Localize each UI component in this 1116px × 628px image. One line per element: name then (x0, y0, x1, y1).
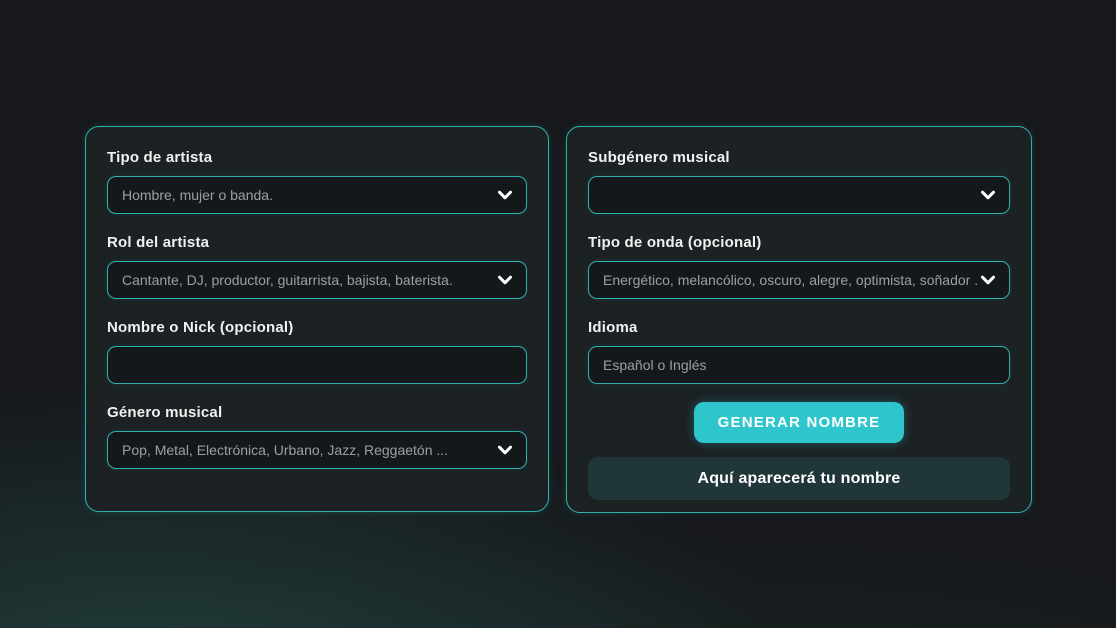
vibe-type-select[interactable]: Energético, melancólico, oscuro, alegre,… (588, 261, 1010, 299)
subgenre-select[interactable] (588, 176, 1010, 214)
artist-role-select[interactable]: Cantante, DJ, productor, guitarrista, ba… (107, 261, 527, 299)
language-input[interactable] (603, 347, 995, 383)
language-label: Idioma (588, 320, 1010, 336)
chevron-down-icon (980, 187, 996, 203)
music-genre-placeholder: Pop, Metal, Electrónica, Urbano, Jazz, R… (122, 442, 490, 458)
chevron-down-icon (497, 442, 513, 458)
vibe-type-label: Tipo de onda (opcional) (588, 235, 1010, 251)
artist-type-label: Tipo de artista (107, 150, 527, 166)
artist-type-placeholder: Hombre, mujer o banda. (122, 187, 490, 203)
name-nick-label: Nombre o Nick (opcional) (107, 320, 527, 336)
language-field-wrap (588, 346, 1010, 384)
chevron-down-icon (497, 187, 513, 203)
chevron-down-icon (980, 272, 996, 288)
artist-role-placeholder: Cantante, DJ, productor, guitarrista, ba… (122, 272, 490, 288)
artist-form-panel: Tipo de artista Hombre, mujer o banda. R… (85, 126, 549, 512)
music-genre-select[interactable]: Pop, Metal, Electrónica, Urbano, Jazz, R… (107, 431, 527, 469)
vibe-type-placeholder: Energético, melancólico, oscuro, alegre,… (603, 272, 977, 288)
generate-name-button[interactable]: GENERAR NOMBRE (694, 402, 905, 443)
generated-name-result: Aquí aparecerá tu nombre (588, 457, 1010, 500)
generator-panel: Subgénero musical Tipo de onda (opcional… (566, 126, 1032, 513)
artist-type-select[interactable]: Hombre, mujer o banda. (107, 176, 527, 214)
subgenre-label: Subgénero musical (588, 150, 1010, 166)
name-nick-field-wrap (107, 346, 527, 384)
music-genre-label: Género musical (107, 405, 527, 421)
artist-role-label: Rol del artista (107, 235, 527, 251)
chevron-down-icon (497, 272, 513, 288)
name-nick-input[interactable] (122, 347, 512, 383)
